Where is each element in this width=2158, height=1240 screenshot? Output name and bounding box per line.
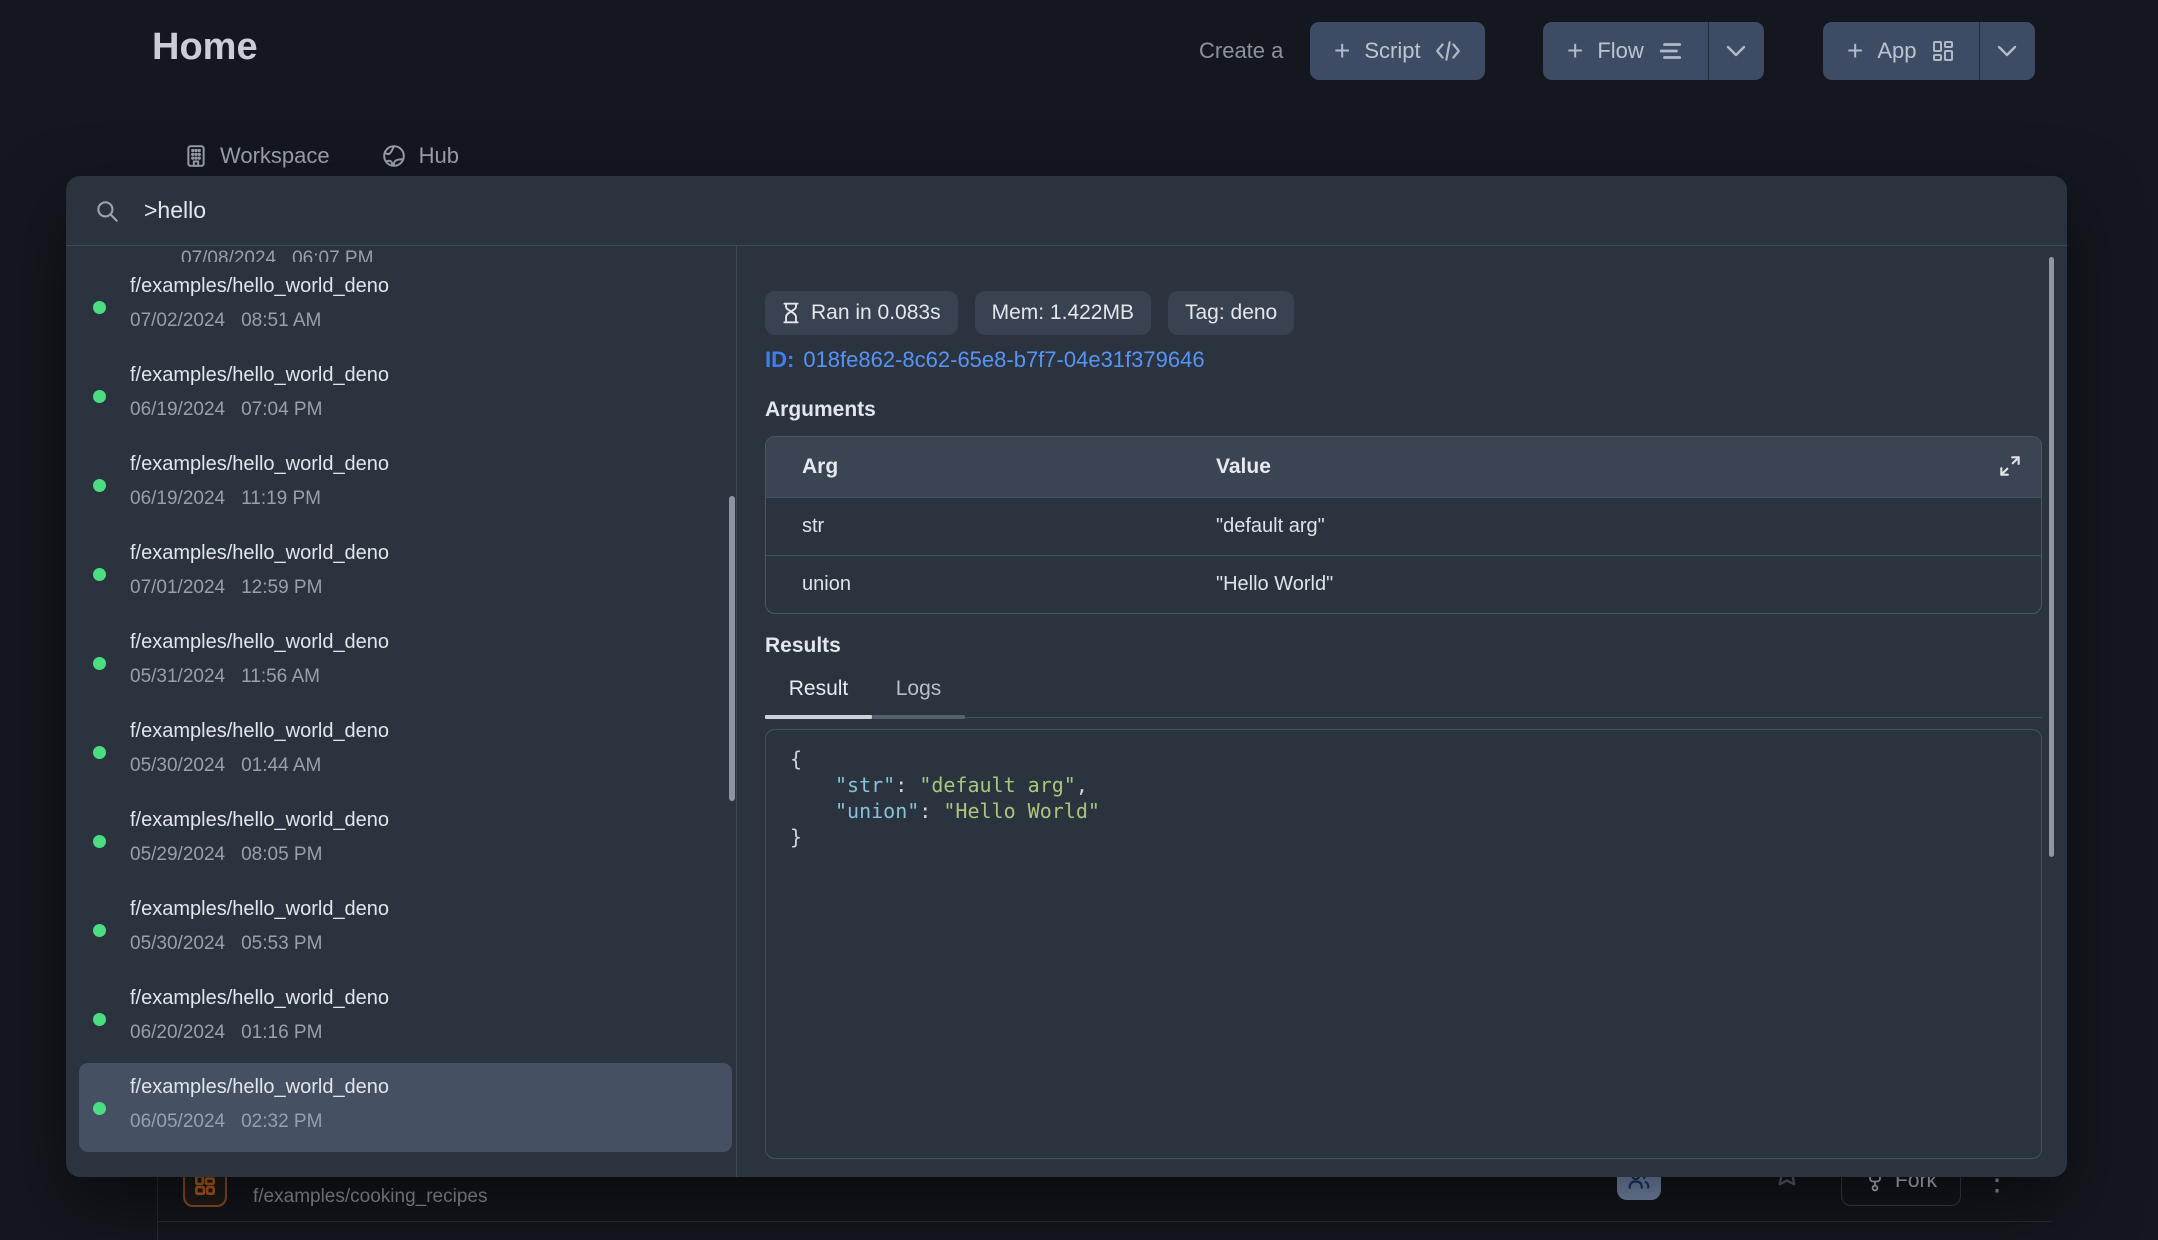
search-icon [94, 198, 120, 224]
runs-items: f/examples/hello_world_deno 07/02/202408… [66, 262, 736, 1152]
detail-scrollbar-thumb[interactable] [2049, 257, 2054, 857]
run-path: f/examples/hello_world_deno [130, 275, 732, 298]
expand-icon[interactable] [1997, 453, 2023, 479]
json-line: "union": "Hello World" [790, 798, 2017, 824]
run-datetime: 06/20/202401:16 PM [130, 1022, 732, 1044]
value-cell: "Hello World" [1216, 573, 2041, 596]
run-datetime: 05/29/202408:05 PM [130, 844, 732, 866]
run-path: f/examples/hello_world_deno [130, 898, 732, 921]
duration-badge-label: Ran in 0.083s [811, 301, 941, 325]
page: Home Create a + Script + Flow + App [0, 0, 2158, 1240]
tag-badge: Tag: deno [1168, 291, 1294, 335]
run-id-label: ID: [765, 347, 794, 373]
result-json-viewer: { "str": "default arg","union": "Hello W… [765, 729, 2042, 1159]
list-item[interactable]: f/examples/hello_world_deno 05/29/202408… [79, 796, 732, 885]
status-dot-icon [93, 568, 106, 581]
arg-cell: str [766, 515, 1216, 538]
run-datetime: 07/01/202412:59 PM [130, 577, 732, 599]
value-cell: "default arg" [1216, 515, 2041, 538]
clipped-list-item[interactable]: 07/08/202406:07 PM [130, 246, 373, 262]
run-datetime: 07/08/202406:07 PM [181, 248, 373, 262]
command-palette-modal: 07/08/202406:07 PM f/examples/hello_worl… [66, 176, 2067, 1177]
run-datetime: 05/31/202411:56 AM [130, 666, 732, 688]
column-value: Value [1216, 455, 2041, 479]
duration-badge: Ran in 0.083s [765, 291, 958, 335]
status-dot-icon [93, 746, 106, 759]
status-dot-icon [93, 835, 106, 848]
arguments-table-header: Arg Value [766, 437, 2041, 497]
search-bar [66, 176, 2067, 246]
run-path: f/examples/hello_world_deno [130, 809, 732, 832]
run-id-link[interactable]: ID: 018fe862-8c62-65e8-b7f7-04e31f379646 [765, 347, 1205, 373]
status-dot-icon [93, 1102, 106, 1115]
run-datetime: 06/05/202402:32 PM [130, 1111, 732, 1133]
json-close-brace: } [790, 824, 2017, 850]
run-badges: Ran in 0.083s Mem: 1.422MB Tag: deno [765, 291, 1294, 335]
run-datetime: 06/19/202411:19 PM [130, 488, 732, 510]
tab-logs[interactable]: Logs [872, 671, 965, 717]
list-item[interactable]: f/examples/hello_world_deno 06/20/202401… [79, 974, 732, 1063]
hourglass-icon [782, 302, 800, 324]
run-datetime: 05/30/202405:53 PM [130, 933, 732, 955]
divider [157, 1221, 2052, 1222]
item-path-subtitle: f/examples/cooking_recipes [253, 1186, 487, 1208]
list-item[interactable]: f/examples/hello_world_deno 07/01/202412… [79, 529, 732, 618]
json-line: "str": "default arg", [790, 772, 2017, 798]
status-dot-icon [93, 390, 106, 403]
tag-badge-label: Tag: deno [1185, 301, 1277, 325]
run-path: f/examples/hello_world_deno [130, 720, 732, 743]
list-item[interactable]: f/examples/hello_world_deno 05/30/202405… [79, 885, 732, 974]
run-id-value: 018fe862-8c62-65e8-b7f7-04e31f379646 [803, 347, 1204, 373]
list-item[interactable]: f/examples/hello_world_deno 06/05/202402… [79, 1063, 732, 1152]
list-item[interactable]: f/examples/hello_world_deno 06/19/202407… [79, 351, 732, 440]
list-scrollbar-thumb[interactable] [729, 496, 735, 801]
run-path: f/examples/hello_world_deno [130, 987, 732, 1010]
run-path: f/examples/hello_world_deno [130, 453, 732, 476]
status-dot-icon [93, 924, 106, 937]
run-path: f/examples/hello_world_deno [130, 631, 732, 654]
runs-list: 07/08/202406:07 PM f/examples/hello_worl… [66, 246, 737, 1177]
memory-badge: Mem: 1.422MB [975, 291, 1151, 335]
tab-result[interactable]: Result [765, 671, 872, 717]
run-detail-panel: Ran in 0.083s Mem: 1.422MB Tag: deno ID:… [737, 246, 2067, 1177]
status-dot-icon [93, 1013, 106, 1026]
search-input[interactable] [144, 197, 2039, 224]
status-dot-icon [93, 301, 106, 314]
list-item[interactable]: f/examples/hello_world_deno 05/30/202401… [79, 707, 732, 796]
json-open-brace: { [790, 746, 2017, 772]
results-section-label: Results [765, 634, 841, 658]
run-datetime: 07/02/202408:51 AM [130, 310, 732, 332]
run-datetime: 06/19/202407:04 PM [130, 399, 732, 421]
run-datetime: 05/30/202401:44 AM [130, 755, 732, 777]
json-lines: "str": "default arg","union": "Hello Wor… [790, 772, 2017, 824]
list-item[interactable]: f/examples/hello_world_deno 06/19/202411… [79, 440, 732, 529]
arguments-section-label: Arguments [765, 398, 876, 422]
run-path: f/examples/hello_world_deno [130, 542, 732, 565]
list-item[interactable]: f/examples/hello_world_deno 05/31/202411… [79, 618, 732, 707]
arguments-table: Arg Value str "default arg" union [765, 436, 2042, 614]
column-arg: Arg [766, 455, 1216, 479]
run-path: f/examples/hello_world_deno [130, 364, 732, 387]
status-dot-icon [93, 479, 106, 492]
table-row: union "Hello World" [766, 555, 2041, 613]
modal-body: 07/08/202406:07 PM f/examples/hello_worl… [66, 246, 2067, 1177]
table-row: str "default arg" [766, 497, 2041, 555]
status-dot-icon [93, 657, 106, 670]
arguments-table-rows: str "default arg" union "Hello World" [766, 497, 2041, 613]
run-path: f/examples/hello_world_deno [130, 1076, 732, 1099]
result-tabs: Result Logs [765, 671, 2042, 718]
arg-cell: union [766, 573, 1216, 596]
memory-badge-label: Mem: 1.422MB [992, 301, 1134, 325]
list-item[interactable]: f/examples/hello_world_deno 07/02/202408… [79, 262, 732, 351]
